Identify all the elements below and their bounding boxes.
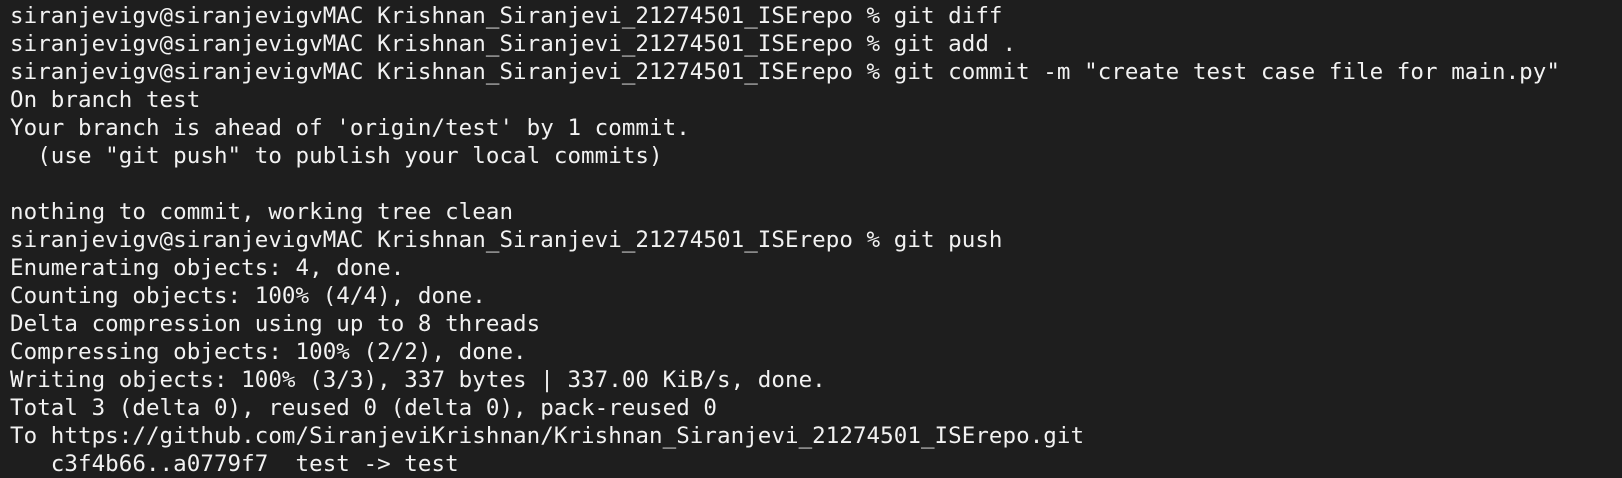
output-line-hint: (use "git push" to publish your local co…: [10, 143, 663, 169]
output-line-blank: [10, 170, 1622, 198]
output-line-nothing-to-commit: nothing to commit, working tree clean: [10, 199, 514, 225]
prompt-line-git-add: siranjevigv@siranjevigvMAC Krishnan_Sira…: [10, 31, 1017, 57]
output-line-ref-update: c3f4b66..a0779f7 test -> test: [10, 451, 459, 477]
output-line-total: Total 3 (delta 0), reused 0 (delta 0), p…: [10, 395, 717, 421]
output-line-compressing: Compressing objects: 100% (2/2), done.: [10, 339, 527, 365]
output-line-enumerating: Enumerating objects: 4, done.: [10, 255, 405, 281]
output-line-writing: Writing objects: 100% (3/3), 337 bytes |…: [10, 367, 826, 393]
output-line-counting: Counting objects: 100% (4/4), done.: [10, 283, 486, 309]
prompt-line-git-commit: siranjevigv@siranjevigvMAC Krishnan_Sira…: [10, 59, 1560, 85]
prompt-line-git-push: siranjevigv@siranjevigvMAC Krishnan_Sira…: [10, 227, 1003, 253]
prompt-line-git-diff: siranjevigv@siranjevigvMAC Krishnan_Sira…: [10, 3, 1003, 29]
output-line-remote-url: To https://github.com/SiranjeviKrishnan/…: [10, 423, 1085, 449]
output-line-branch: On branch test: [10, 87, 201, 113]
output-line-ahead: Your branch is ahead of 'origin/test' by…: [10, 115, 690, 141]
terminal-window[interactable]: siranjevigv@siranjevigvMAC Krishnan_Sira…: [0, 0, 1622, 478]
output-line-delta-compression: Delta compression using up to 8 threads: [10, 311, 541, 337]
